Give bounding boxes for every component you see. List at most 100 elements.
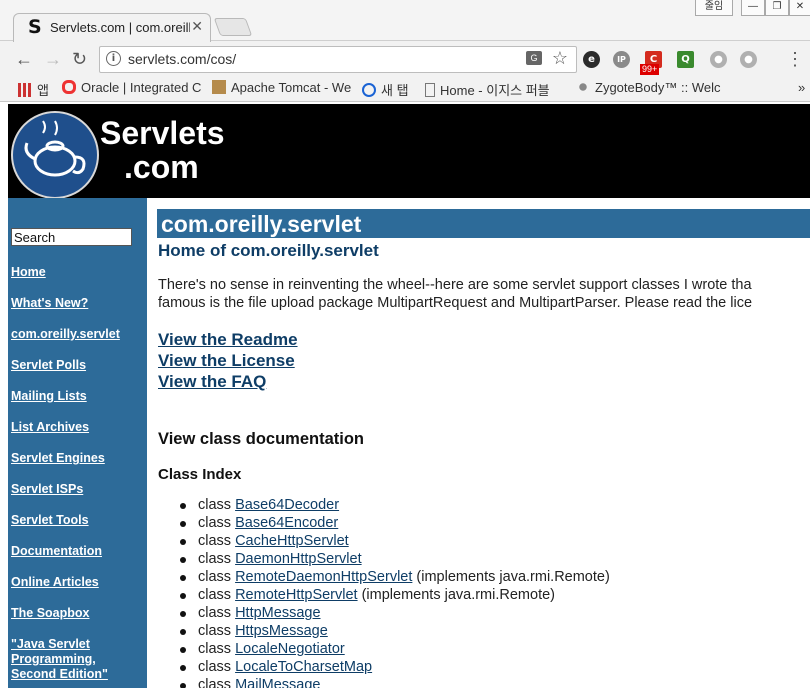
sidebar-link-list-archives[interactable]: List Archives [11, 420, 89, 435]
grey-extension-icon-2[interactable]: ● [740, 51, 757, 68]
class-list-item: class RemoteDaemonHttpServlet (implement… [174, 569, 610, 587]
page-title: com.oreilly.servlet [161, 211, 362, 237]
class-list-item: class RemoteHttpServlet (implements java… [174, 587, 610, 605]
class-prefix: class [198, 641, 236, 657]
class-link[interactable]: DaemonHttpServlet [235, 551, 362, 567]
bookmark-star-icon[interactable]: ☆ [552, 48, 568, 69]
back-arrow-icon[interactable]: ← [15, 48, 33, 70]
class-link[interactable]: LocaleToCharsetMap [235, 659, 372, 675]
bullet-icon [180, 611, 186, 617]
bookmark-new-tab[interactable]: 새 탭 [362, 80, 409, 99]
reload-icon[interactable]: ↻ [72, 48, 87, 70]
class-link[interactable]: Base64Decoder [235, 497, 339, 513]
bookmark-label: Home - 이지스 퍼블 [440, 83, 550, 98]
bookmark-label: ZygoteBody™ :: Welc [595, 80, 721, 95]
class-prefix: class [198, 677, 236, 688]
bookmark-apps[interactable]: 앱 [18, 80, 49, 99]
e-extension-icon[interactable]: e [583, 51, 600, 68]
class-prefix: class [198, 605, 236, 621]
sidebar-link-soapbox[interactable]: The Soapbox [11, 606, 89, 621]
web-page: Servlets .com Home What's New? com.oreil… [0, 102, 810, 688]
sidebar-link-online-articles[interactable]: Online Articles [11, 575, 99, 590]
bookmark-label: 앱 [37, 83, 49, 98]
bullet-icon [180, 593, 186, 599]
browser-menu-icon[interactable]: ⋮ [786, 48, 804, 70]
site-logo-text: Servlets .com [100, 116, 225, 184]
sidebar-link-documentation[interactable]: Documentation [11, 544, 102, 559]
close-window-button[interactable]: ✕ [789, 0, 810, 16]
tomcat-icon [212, 80, 226, 94]
view-license-link[interactable]: View the License [158, 351, 295, 371]
forward-arrow-icon[interactable]: → [44, 48, 62, 70]
class-link[interactable]: HttpMessage [235, 605, 320, 621]
class-link[interactable]: Base64Encoder [235, 515, 338, 531]
sidebar-link-servlet-polls[interactable]: Servlet Polls [11, 358, 86, 373]
class-list: class Base64Decoder class Base64Encoder cl… [174, 497, 610, 688]
ip-extension-icon[interactable]: IP [613, 51, 630, 68]
class-list-item: class Base64Encoder [174, 515, 610, 533]
close-tab-icon[interactable]: ✕ [191, 18, 203, 35]
bookmark-tomcat[interactable]: Apache Tomcat - We [212, 80, 351, 95]
class-link[interactable]: RemoteHttpServlet [235, 587, 358, 603]
class-suffix: (implements java.rmi.Remote) [357, 587, 555, 603]
tab-strip: S Servlets.com | com.oreill ✕ 줄임 — ❐ ✕ [0, 0, 810, 42]
sidebar-link-book[interactable]: "Java Servlet Programming, Second Editio… [11, 637, 123, 682]
bookmarks-bar: 앱 Oracle | Integrated C Apache Tomcat - … [0, 77, 810, 102]
class-list-item: class Base64Decoder [174, 497, 610, 515]
view-readme-link[interactable]: View the Readme [158, 330, 298, 350]
bookmark-label: Apache Tomcat - We [231, 80, 352, 95]
class-list-item: class HttpsMessage [174, 623, 610, 641]
class-suffix: (implements java.rmi.Remote) [412, 569, 610, 585]
class-prefix: class [198, 569, 236, 585]
browser-tab[interactable]: S Servlets.com | com.oreill ✕ [13, 13, 211, 42]
bookmark-easys[interactable]: Home - 이지스 퍼블 [425, 80, 550, 99]
minimize-button[interactable]: — [741, 0, 765, 16]
site-info-icon[interactable]: i [106, 51, 121, 66]
address-bar[interactable]: i servlets.com/cos/ G ☆ [99, 46, 577, 73]
sidebar-link-cos[interactable]: com.oreilly.servlet [11, 327, 120, 342]
class-prefix: class [198, 515, 236, 531]
sidebar-link-servlet-tools[interactable]: Servlet Tools [11, 513, 89, 528]
bookmark-zygote[interactable]: ZygoteBody™ :: Welc [576, 80, 720, 95]
bookmark-oracle[interactable]: Oracle | Integrated C [62, 80, 201, 95]
class-link[interactable]: LocaleNegotiator [235, 641, 345, 657]
bullet-icon [180, 647, 186, 653]
sidebar-link-home[interactable]: Home [11, 265, 46, 280]
translate-icon[interactable]: G [526, 51, 542, 65]
tab-title: Servlets.com | com.oreill [50, 20, 190, 35]
search-input[interactable] [11, 228, 132, 246]
extension-badge: 99+ [640, 64, 660, 75]
sidebar-link-servlet-isps[interactable]: Servlet ISPs [11, 482, 83, 497]
site-banner: Servlets .com [8, 104, 810, 199]
teapot-logo-icon [11, 111, 99, 199]
bullet-icon [180, 683, 186, 688]
class-link[interactable]: RemoteDaemonHttpServlet [235, 569, 412, 585]
class-link[interactable]: CacheHttpServlet [235, 533, 349, 549]
window-label-button[interactable]: 줄임 [695, 0, 733, 16]
logo-line-1: Servlets [100, 115, 225, 151]
sidebar: Home What's New? com.oreilly.servlet Ser… [8, 198, 147, 688]
class-list-item: class LocaleNegotiator [174, 641, 610, 659]
address-url[interactable]: servlets.com/cos/ [128, 51, 236, 67]
class-prefix: class [198, 551, 236, 567]
bookmark-label: Oracle | Integrated C [81, 80, 202, 95]
class-list-item: class CacheHttpServlet [174, 533, 610, 551]
view-faq-link[interactable]: View the FAQ [158, 372, 266, 392]
class-link[interactable]: MailMessage [235, 677, 320, 688]
bullet-icon [180, 629, 186, 635]
maximize-button[interactable]: ❐ [765, 0, 789, 16]
class-prefix: class [198, 497, 236, 513]
sidebar-link-mailing-lists[interactable]: Mailing Lists [11, 389, 87, 404]
class-link[interactable]: HttpsMessage [235, 623, 328, 639]
class-list-item: class MailMessage [174, 677, 610, 688]
bullet-icon [180, 539, 186, 545]
sidebar-link-whats-new[interactable]: What's New? [11, 296, 88, 311]
class-prefix: class [198, 533, 236, 549]
search-extension-icon[interactable]: Q [677, 51, 694, 68]
title-bar: com.oreilly.servlet [157, 209, 810, 238]
sidebar-link-servlet-engines[interactable]: Servlet Engines [11, 451, 105, 466]
grey-extension-icon[interactable]: ● [710, 51, 727, 68]
new-tab-button[interactable] [213, 18, 253, 36]
bookmarks-overflow-icon[interactable]: » [798, 80, 805, 95]
oracle-icon [62, 80, 76, 94]
